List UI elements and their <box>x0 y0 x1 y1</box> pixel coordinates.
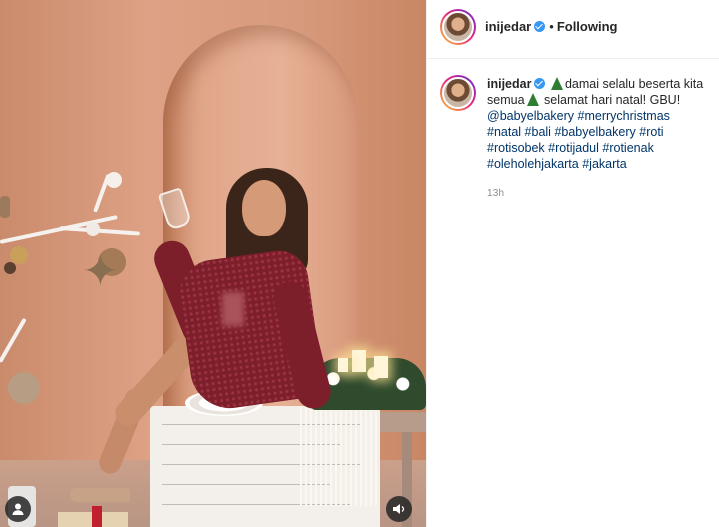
header-username[interactable]: inijedar <box>485 19 531 34</box>
speaker-icon <box>393 504 405 514</box>
ornament <box>4 262 16 274</box>
verified-icon <box>534 21 546 32</box>
shoe <box>70 488 130 502</box>
hashtag-link[interactable]: #oleholehjakarta <box>487 157 579 171</box>
user-tag-button[interactable] <box>5 496 31 522</box>
mention-link[interactable]: @babyelbakery <box>487 109 574 123</box>
sound-toggle-button[interactable] <box>386 496 412 522</box>
hashtag-link[interactable]: #roti <box>639 125 663 139</box>
hashtag-link[interactable]: #natal <box>487 125 521 139</box>
ornament <box>86 222 100 236</box>
user-icon <box>12 503 24 515</box>
face <box>242 180 286 236</box>
christmas-tree-icon <box>526 93 539 106</box>
hashtag-link[interactable]: #babyelbakery <box>554 125 635 139</box>
post-timestamp[interactable]: 13h <box>487 188 504 199</box>
star-ornament: ✦ <box>82 247 119 296</box>
caption-text: inijedar damai selalu beserta kita semua… <box>487 76 707 172</box>
candle <box>374 356 388 378</box>
post-header: inijedar • Following <box>427 0 719 59</box>
hashtag-link[interactable]: #bali <box>525 125 551 139</box>
avatar[interactable] <box>440 9 476 45</box>
hashtag-link[interactable]: #rotijadul <box>548 141 599 155</box>
candle <box>338 358 348 372</box>
post-side-panel: inijedar • Following inijedar damai selalu… <box>426 0 719 527</box>
ornament <box>10 246 28 264</box>
ornament <box>0 196 10 218</box>
candle <box>352 350 366 372</box>
following-button[interactable]: Following <box>557 19 618 34</box>
censor-blur <box>222 292 244 326</box>
ornament <box>8 372 40 404</box>
tablecloth-fringe <box>300 406 380 506</box>
side-table <box>380 412 426 432</box>
christmas-tree-icon <box>550 77 563 90</box>
ornament <box>106 172 122 188</box>
hashtag-link[interactable]: #rotienak <box>602 141 653 155</box>
caption-avatar[interactable] <box>440 75 476 111</box>
caption-username[interactable]: inijedar <box>487 77 531 91</box>
caption-line2: selamat hari natal! GBU! <box>544 93 681 107</box>
gift-ribbon <box>92 506 102 527</box>
hashtag-link[interactable]: #jakarta <box>582 157 626 171</box>
verified-icon <box>534 78 546 89</box>
instagram-post: ✦ inijedar • Following inijedar damai se… <box>0 0 719 527</box>
header-user: inijedar • Following <box>485 18 617 36</box>
hashtag-link[interactable]: #merrychristmas <box>578 109 670 123</box>
separator: • <box>549 19 554 34</box>
post-image[interactable]: ✦ <box>0 0 426 527</box>
hashtag-link[interactable]: #rotisobek <box>487 141 545 155</box>
